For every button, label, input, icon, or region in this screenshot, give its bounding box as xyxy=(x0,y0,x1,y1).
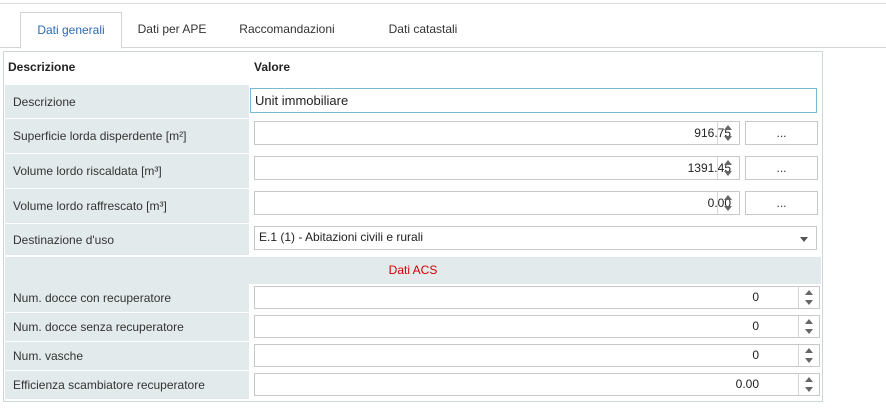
volume-raffrescato-spinner[interactable] xyxy=(717,192,737,214)
destinazione-select-value: E.1 (1) - Abitazioni civili e rurali xyxy=(259,230,424,244)
triangle-up-icon[interactable] xyxy=(799,287,818,298)
column-header-descrizione: Descrizione xyxy=(8,60,76,74)
triangle-up-icon[interactable] xyxy=(799,345,818,356)
column-header-valore: Valore xyxy=(254,60,291,74)
row-descrizione: Descrizione Unit immobiliare xyxy=(5,85,821,119)
triangle-down-icon[interactable] xyxy=(799,385,818,396)
tab-dati-per-ape[interactable]: Dati per APE xyxy=(124,12,220,46)
tab-dati-catastali[interactable]: Dati catastali xyxy=(376,12,470,46)
volume-raffrescato-ellipsis-button[interactable]: ... xyxy=(745,191,818,215)
row-destinazione: Destinazione d'uso E.1 (1) - Abitazioni … xyxy=(5,224,821,256)
row-efficienza-scambiatore: Efficienza scambiatore recuperatore 0.00 xyxy=(5,371,821,400)
vasche-spinner[interactable] xyxy=(798,345,818,366)
superficie-ellipsis-button[interactable]: ... xyxy=(745,121,818,145)
row-vasche: Num. vasche 0 xyxy=(5,342,821,371)
triangle-up-icon[interactable] xyxy=(799,316,818,327)
section-header-dati-acs: Dati ACS xyxy=(5,257,821,284)
row-label: Destinazione d'uso xyxy=(5,224,249,256)
triangle-down-icon[interactable] xyxy=(799,298,818,309)
triangle-down-icon[interactable] xyxy=(718,203,737,214)
volume-riscaldata-spinner[interactable] xyxy=(717,157,737,179)
triangle-up-icon[interactable] xyxy=(718,122,737,133)
row-label: Superficie lorda disperdente [m²] xyxy=(5,119,249,154)
triangle-up-icon[interactable] xyxy=(718,157,737,168)
row-label: Num. docce senza recuperatore xyxy=(5,313,249,342)
tab-dati-generali[interactable]: Dati generali xyxy=(20,12,122,49)
tab-bar: Dati generali Dati per APE Raccomandazio… xyxy=(0,12,886,49)
chevron-down-icon[interactable] xyxy=(800,237,808,242)
docce-con-recuperatore-input[interactable]: 0 xyxy=(254,286,820,309)
triangle-down-icon[interactable] xyxy=(718,168,737,179)
row-label: Volume lordo riscaldata [m³] xyxy=(5,154,249,189)
top-divider xyxy=(0,3,886,4)
docce-senza-recuperatore-spinner[interactable] xyxy=(798,316,818,337)
row-label: Num. docce con recuperatore xyxy=(5,284,249,313)
descrizione-input[interactable]: Unit immobiliare xyxy=(250,88,817,113)
triangle-down-icon[interactable] xyxy=(799,327,818,338)
volume-raffrescato-input[interactable]: 0.00 xyxy=(254,191,740,215)
row-volume-raffrescato: Volume lordo raffrescato [m³] 0.00 ... xyxy=(5,189,821,224)
efficienza-scambiatore-input[interactable]: 0.00 xyxy=(254,373,820,396)
triangle-up-icon[interactable] xyxy=(718,192,737,203)
docce-con-recuperatore-spinner[interactable] xyxy=(798,287,818,308)
row-label: Descrizione xyxy=(5,85,249,119)
superficie-input[interactable]: 916.75 xyxy=(254,121,740,145)
row-docce-senza-recuperatore: Num. docce senza recuperatore 0 xyxy=(5,313,821,342)
efficienza-scambiatore-spinner[interactable] xyxy=(798,374,818,395)
row-label: Num. vasche xyxy=(5,342,249,371)
destinazione-select[interactable]: E.1 (1) - Abitazioni civili e rurali xyxy=(254,226,817,250)
row-superficie: Superficie lorda disperdente [m²] 916.75… xyxy=(5,119,821,154)
tab-raccomandazioni[interactable]: Raccomandazioni xyxy=(226,12,348,46)
row-label: Volume lordo raffrescato [m³] xyxy=(5,189,249,224)
volume-riscaldata-ellipsis-button[interactable]: ... xyxy=(745,156,818,180)
volume-riscaldata-input[interactable]: 1391.45 xyxy=(254,156,740,180)
triangle-down-icon[interactable] xyxy=(799,356,818,367)
superficie-spinner[interactable] xyxy=(717,122,737,144)
vasche-input[interactable]: 0 xyxy=(254,344,820,367)
properties-grid: Descrizione Valore Descrizione Unit immo… xyxy=(3,51,823,402)
triangle-down-icon[interactable] xyxy=(718,133,737,144)
row-volume-riscaldata: Volume lordo riscaldata [m³] 1391.45 ... xyxy=(5,154,821,189)
row-label: Efficienza scambiatore recuperatore xyxy=(5,371,249,400)
row-docce-con-recuperatore: Num. docce con recuperatore 0 xyxy=(5,284,821,313)
docce-senza-recuperatore-input[interactable]: 0 xyxy=(254,315,820,338)
triangle-up-icon[interactable] xyxy=(799,374,818,385)
